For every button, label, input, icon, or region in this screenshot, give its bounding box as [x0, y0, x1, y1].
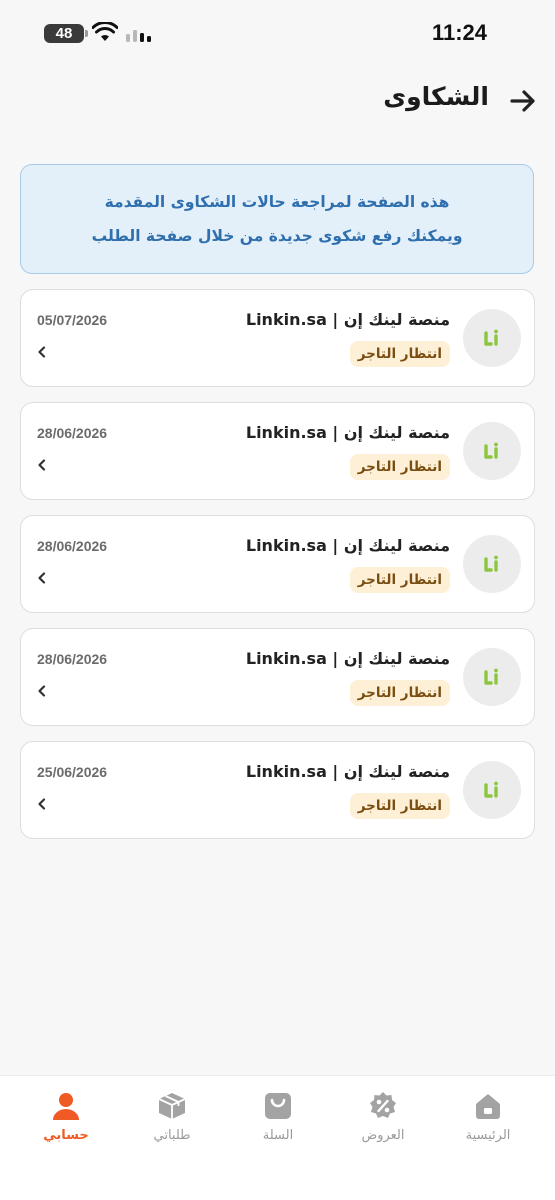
home-icon: [476, 1094, 500, 1119]
nav-label-orders: طلباتي: [153, 1128, 191, 1143]
complaint-date: 05/07/2026: [37, 312, 108, 328]
merchant-avatar: [463, 309, 521, 367]
nav-item-home[interactable]: الرئيسية: [443, 1090, 533, 1160]
nav-label-account: حسابي: [43, 1128, 89, 1143]
complaint-card[interactable]: منصة لينك إن | Linkin.sa انتظار التاجر 2…: [20, 741, 535, 839]
nav-item-account[interactable]: حسابي: [21, 1090, 111, 1160]
merchant-logo-icon: [484, 329, 498, 346]
nav-label-home: الرئيسية: [465, 1128, 511, 1143]
status-badge: انتظار التاجر: [349, 341, 450, 367]
chevron-left-icon: [38, 459, 46, 471]
complaint-card[interactable]: منصة لينك إن | Linkin.sa انتظار التاجر 2…: [20, 628, 535, 726]
arrow-right-icon[interactable]: [509, 88, 537, 114]
chevron-left-icon: [38, 798, 46, 810]
merchant-logo-icon: [484, 555, 498, 572]
chevron-left-icon: [38, 685, 46, 697]
merchant-logo-icon: [484, 668, 498, 685]
complaint-date: 28/06/2026: [37, 538, 108, 554]
merchant-logo-icon: [484, 781, 498, 798]
merchant-name: منصة لينك إن | Linkin.sa: [245, 310, 450, 329]
battery-indicator: 48: [44, 24, 88, 43]
complaint-card[interactable]: منصة لينك إن | Linkin.sa انتظار التاجر 2…: [20, 402, 535, 500]
merchant-avatar: [463, 648, 521, 706]
chevron-left-icon: [38, 572, 46, 584]
complaint-date: 25/06/2026: [37, 764, 108, 780]
merchant-name: منصة لينك إن | Linkin.sa: [245, 762, 450, 781]
nav-label-cart: السلة: [262, 1128, 294, 1143]
merchant-name: منصة لينك إن | Linkin.sa: [245, 423, 450, 442]
info-banner: هذه الصفحة لمراجعة حالات الشكاوى المقدمة…: [20, 164, 534, 274]
signal-icon: [126, 30, 151, 42]
cart-bag-icon: [265, 1093, 291, 1119]
complaint-date: 28/06/2026: [37, 425, 108, 441]
chevron-left-icon: [38, 346, 46, 358]
user-icon: [53, 1093, 79, 1120]
merchant-avatar: [463, 535, 521, 593]
status-badge: انتظار التاجر: [349, 454, 450, 480]
merchant-logo-icon: [484, 442, 498, 459]
status-badge: انتظار التاجر: [349, 793, 450, 819]
merchant-avatar: [463, 761, 521, 819]
battery-level: 48: [55, 25, 73, 42]
nav-item-offers[interactable]: العروض: [338, 1090, 428, 1160]
header: الشكاوى: [0, 80, 555, 124]
merchant-avatar: [463, 422, 521, 480]
page-title: الشكاوى: [383, 82, 489, 111]
complaint-date: 28/06/2026: [37, 651, 108, 667]
complaints-list: منصة لينك إن | Linkin.sa انتظار التاجر 0…: [20, 289, 535, 854]
bottom-nav: الرئيسية العروض السلة طلباتي حسابي: [0, 1075, 555, 1200]
wifi-icon: [92, 22, 118, 41]
info-line-2: ويمكنك رفع شكوى جديدة من خلال صفحة الطلب: [91, 227, 463, 245]
complaint-card[interactable]: منصة لينك إن | Linkin.sa انتظار التاجر 2…: [20, 515, 535, 613]
nav-item-orders[interactable]: طلباتي: [127, 1090, 217, 1160]
merchant-name: منصة لينك إن | Linkin.sa: [245, 649, 450, 668]
box-icon: [158, 1093, 186, 1119]
status-badge: انتظار التاجر: [349, 680, 450, 706]
status-bar: 48 11:24: [0, 0, 555, 70]
merchant-name: منصة لينك إن | Linkin.sa: [245, 536, 450, 555]
nav-label-offers: العروض: [361, 1128, 405, 1143]
discount-icon: [370, 1092, 396, 1118]
nav-item-cart[interactable]: السلة: [233, 1090, 323, 1160]
complaint-card[interactable]: منصة لينك إن | Linkin.sa انتظار التاجر 0…: [20, 289, 535, 387]
info-line-1: هذه الصفحة لمراجعة حالات الشكاوى المقدمة: [104, 193, 450, 211]
clock: 11:24: [431, 20, 487, 45]
status-badge: انتظار التاجر: [349, 567, 450, 593]
